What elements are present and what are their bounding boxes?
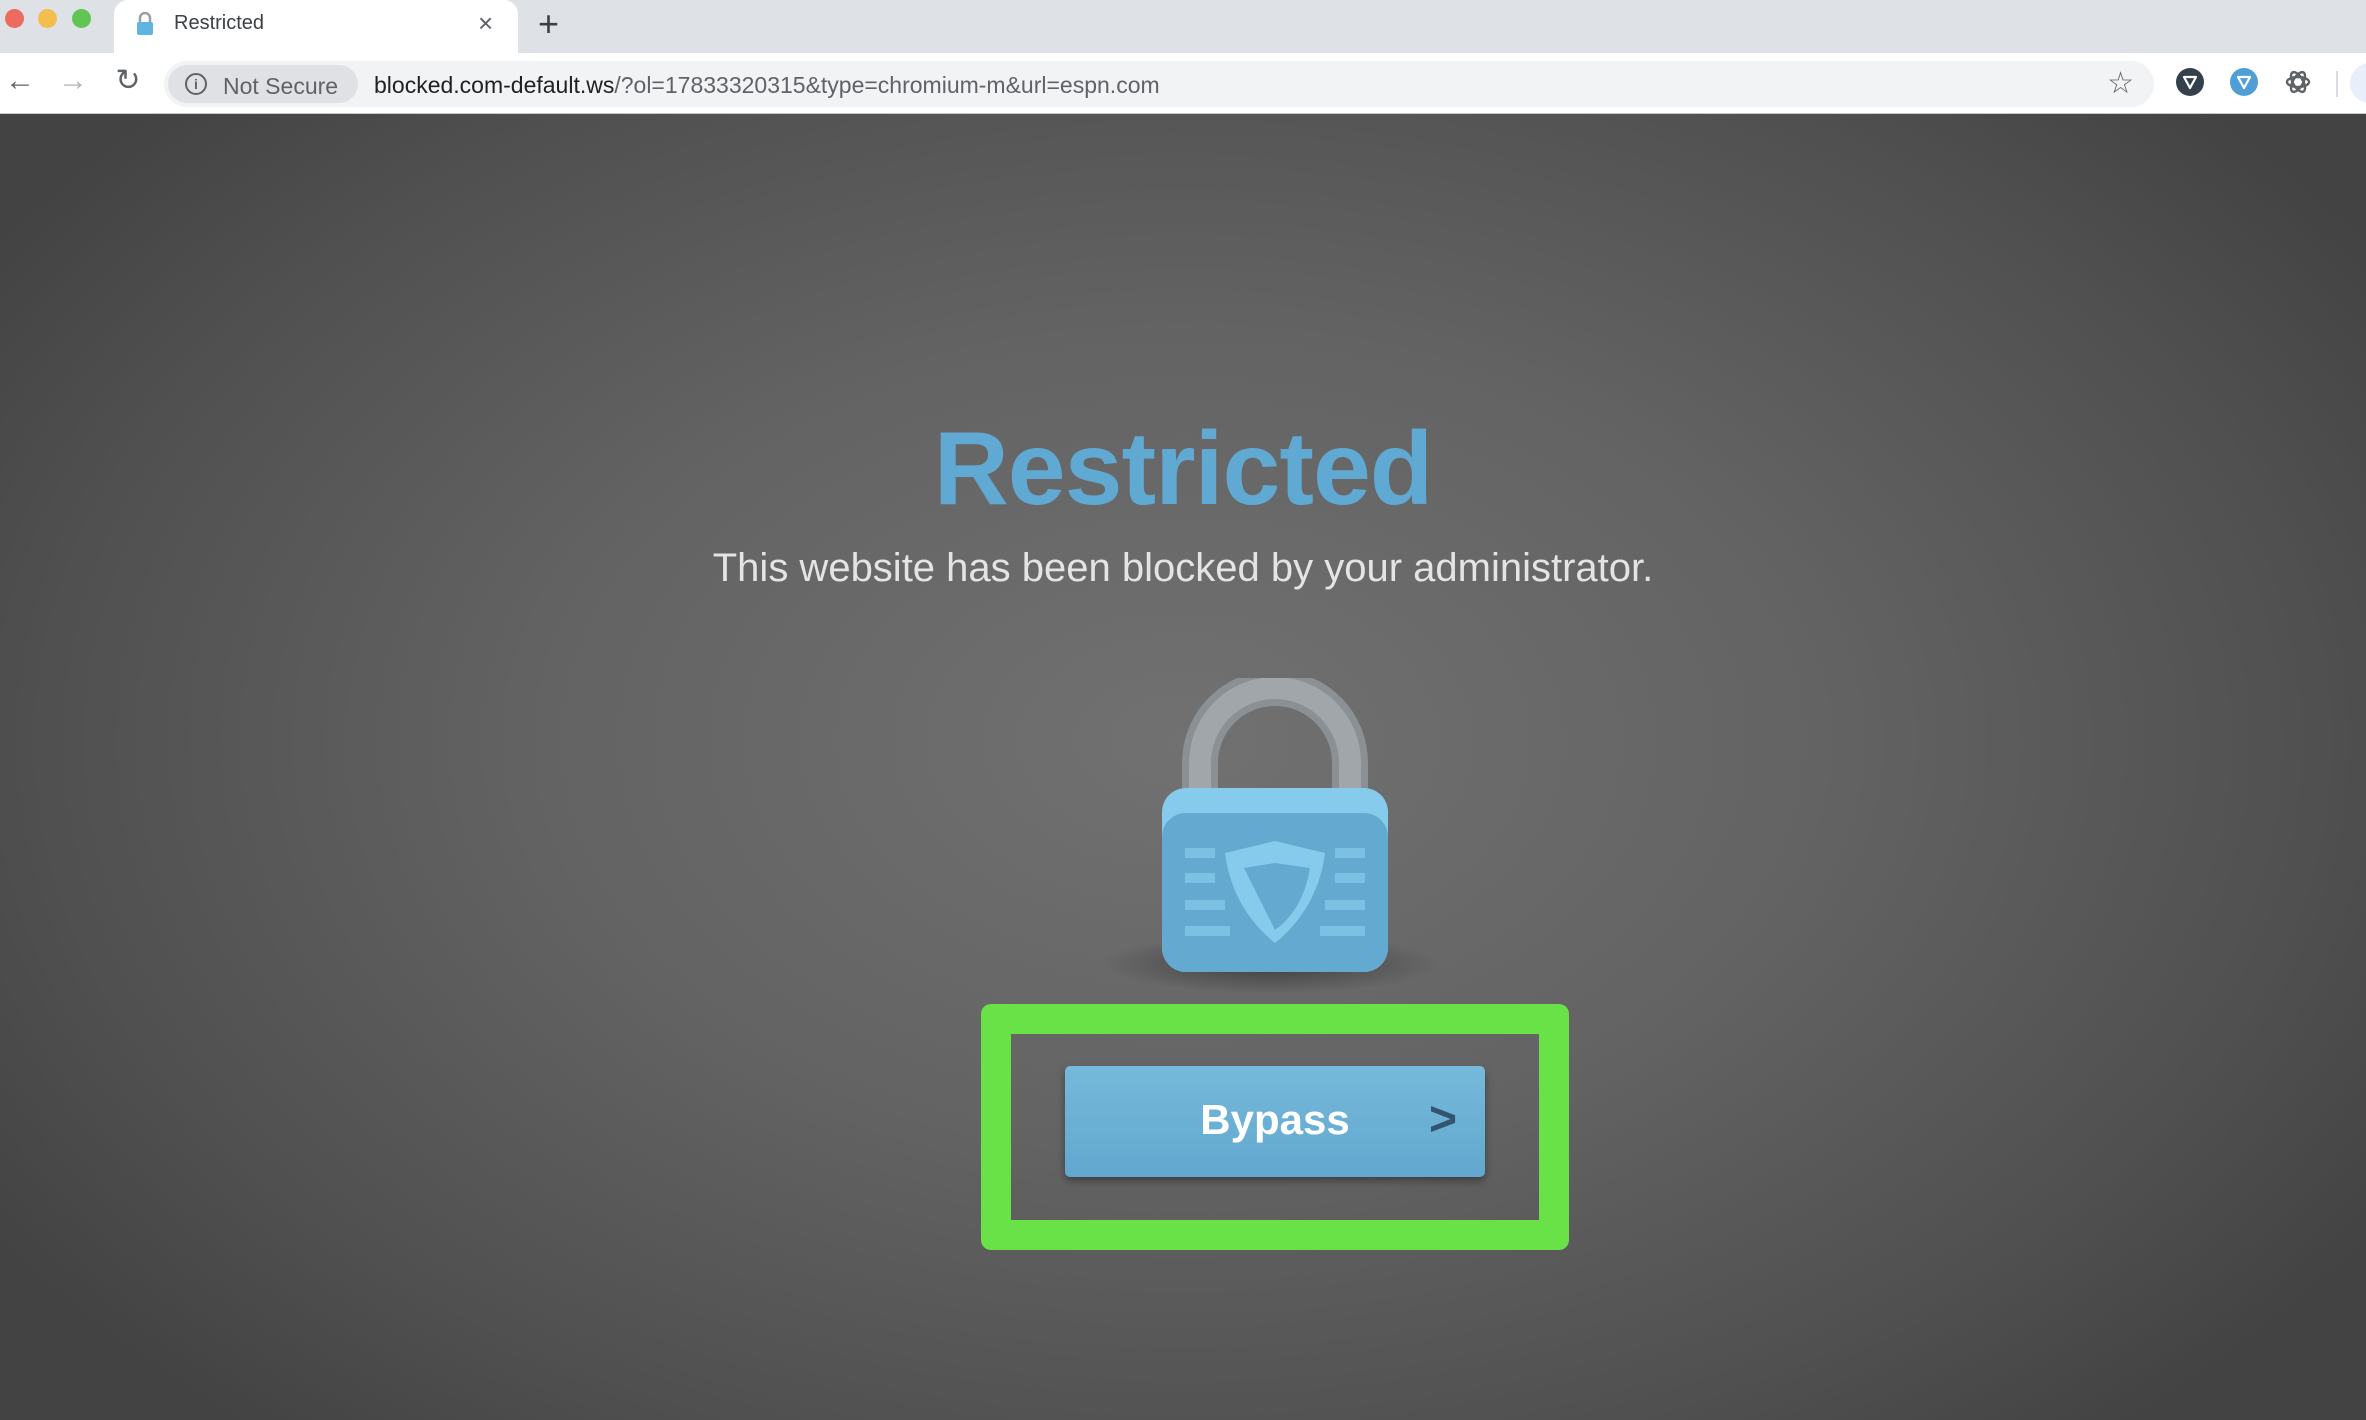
reload-icon: ↻ (115, 64, 141, 97)
close-icon[interactable]: × (478, 8, 493, 38)
toolbar-separator (2336, 71, 2338, 97)
window-close-button[interactable] (5, 9, 24, 28)
forward-button[interactable]: → (55, 63, 91, 99)
window-minimize-button[interactable] (38, 9, 57, 28)
star-icon[interactable]: ☆ (2107, 67, 2134, 101)
shield-extension-dark-icon[interactable] (2176, 68, 2204, 96)
lock-icon (137, 12, 153, 35)
security-chip[interactable]: i Not Secure (168, 65, 358, 103)
toolbar: ← → ↻ i Not Secure blocked.com-default.w… (0, 53, 2366, 114)
chevron-right-icon: > (1428, 1093, 1457, 1146)
security-label: Not Secure (223, 73, 339, 99)
bypass-button[interactable]: Bypass > (1065, 1066, 1485, 1177)
url-text[interactable]: blocked.com-default.ws/?ol=17833320315&t… (374, 72, 1160, 99)
openai-extension-icon[interactable] (2284, 68, 2312, 96)
arrow-right-icon: → (58, 64, 88, 97)
back-button[interactable]: ← (2, 63, 38, 99)
tab-strip: Restricted × + (0, 0, 2366, 53)
address-bar[interactable]: i Not Secure blocked.com-default.ws/?ol=… (164, 61, 2154, 107)
blocked-page: Restricted This website has been blocked… (0, 114, 2366, 1420)
url-host: blocked.com-default.ws (374, 72, 615, 98)
bypass-label: Bypass (1200, 1096, 1350, 1143)
tab-title: Restricted (174, 12, 265, 34)
arrow-left-icon: ← (5, 64, 35, 97)
tab-restricted[interactable]: Restricted × (114, 0, 518, 53)
window-maximize-button[interactable] (72, 9, 91, 28)
shield-extension-blue-icon[interactable] (2230, 68, 2258, 96)
page-subtitle: This website has been blocked by your ad… (712, 546, 1654, 590)
padlock-shield-icon (1162, 678, 1388, 972)
new-tab-button[interactable]: + (538, 4, 559, 44)
url-path: /?ol=17833320315&type=chromium-m&url=esp… (614, 72, 1160, 98)
profile-avatar[interactable] (2350, 63, 2366, 103)
info-icon: i (185, 73, 207, 95)
page-title: Restricted (933, 411, 1434, 527)
reload-button[interactable]: ↻ (110, 63, 146, 99)
